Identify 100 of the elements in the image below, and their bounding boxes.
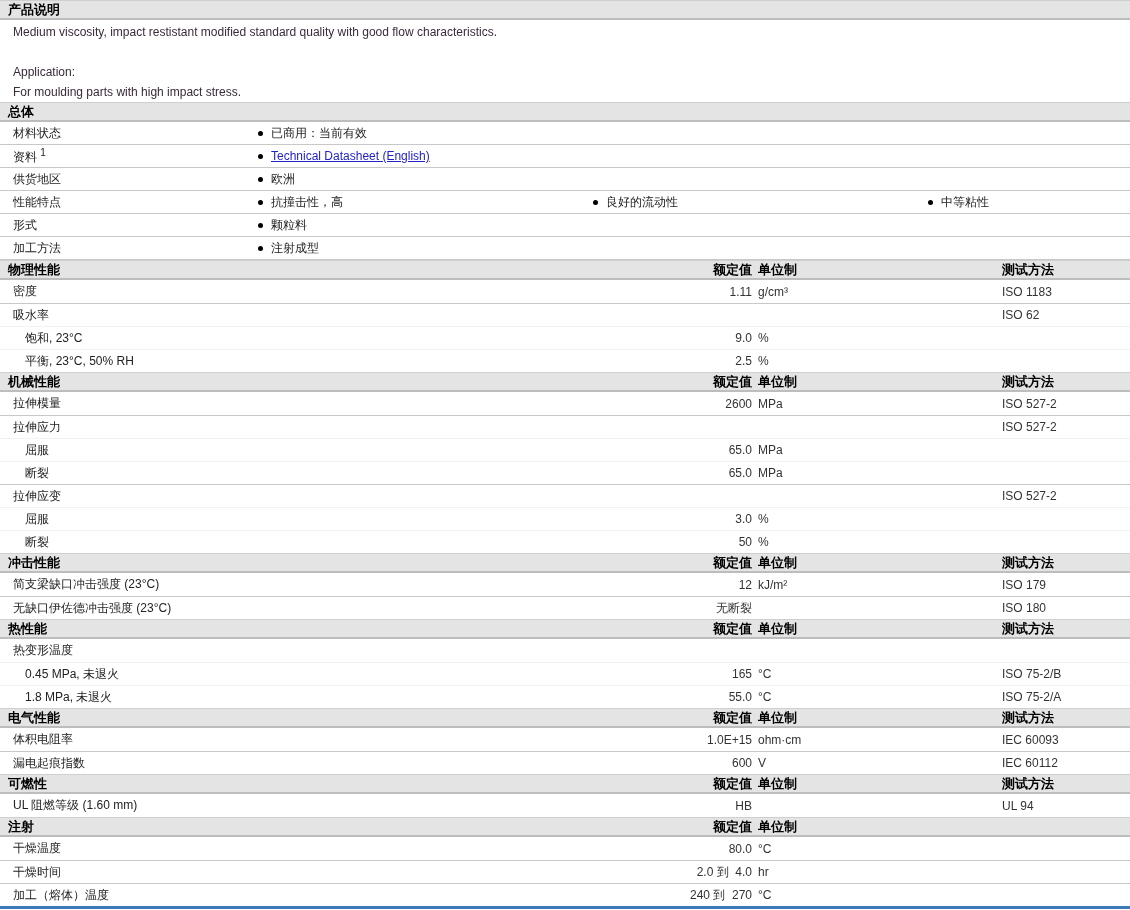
bullet-icon: [258, 222, 263, 228]
property-label: 热变形温度: [13, 643, 73, 657]
bullet-icon: [593, 199, 598, 205]
property-value: 欧洲: [271, 170, 295, 188]
section-heading: 注射: [8, 819, 34, 834]
section-heading: 冲击性能: [8, 555, 60, 570]
property-label: 加工方法: [13, 240, 61, 255]
property-unit: °C: [758, 888, 772, 902]
column-heading: 单位制: [758, 776, 797, 791]
property-value: 无断裂: [716, 600, 752, 615]
property-value: 已商用：当前有效: [271, 124, 367, 142]
property-label: 形式: [13, 217, 37, 232]
column-heading: 测试方法: [1002, 262, 1054, 277]
column-heading: 额定值: [713, 374, 752, 389]
property-unit: %: [758, 354, 769, 368]
property-value: 2600: [725, 396, 752, 411]
property-label: UL 阻燃等级 (1.60 mm): [13, 798, 138, 812]
test-method: IEC 60112: [1002, 756, 1058, 770]
section-heading: 可燃性: [8, 776, 47, 791]
bullet-icon: [928, 199, 933, 205]
property-label: 资料 $^{1}$: [13, 149, 46, 164]
test-method: ISO 527-2: [1002, 489, 1057, 503]
property-value: 165: [731, 667, 752, 681]
section-heading: 机械性能: [8, 374, 60, 389]
test-method: ISO 75-2/A: [1002, 690, 1062, 704]
property-value: 65.0: [728, 466, 752, 480]
property-unit: ohm·cm: [758, 732, 802, 747]
property-value: 2.5: [735, 354, 752, 368]
property-unit: MPa: [758, 466, 783, 480]
property-label: 饱和, 23°C: [25, 330, 83, 345]
property-unit: kJ/m²: [758, 577, 788, 592]
property-label: 拉伸应力: [13, 419, 61, 434]
property-value: 抗撞击性，高: [271, 193, 343, 211]
property-label: 无缺口伊佐德冲击强度 (23°C): [13, 600, 172, 615]
property-value: 2.0 到 4.0: [696, 864, 752, 879]
property-label: 供货地区: [13, 171, 61, 186]
property-label: 1.8 MPa, 未退火: [25, 689, 113, 704]
column-heading: 额定值: [713, 710, 752, 725]
test-method: ISO 180: [1002, 601, 1047, 615]
section-heading: 产品说明: [8, 2, 60, 17]
test-method: ISO 179: [1002, 577, 1047, 592]
column-heading: 额定值: [713, 819, 752, 834]
property-label: 屈服: [25, 511, 49, 526]
property-unit: °C: [758, 667, 772, 681]
column-heading: 测试方法: [1002, 710, 1054, 725]
test-method: ISO 527-2: [1002, 420, 1057, 434]
property-label: 加工（熔体）温度: [13, 887, 109, 902]
property-label: 干燥温度: [13, 841, 61, 855]
column-heading: 额定值: [713, 776, 752, 791]
column-heading: 测试方法: [1002, 555, 1054, 570]
property-value: 65.0: [728, 443, 752, 457]
column-heading: 单位制: [758, 710, 797, 725]
column-heading: 单位制: [758, 374, 797, 389]
bullet-icon: [258, 245, 263, 251]
property-value: 50: [738, 535, 752, 549]
test-method: UL 94: [1002, 798, 1034, 813]
description-text: Medium viscosity, impact restistant modified standard quality with good flow characteristics.: [13, 25, 497, 39]
property-value: 600: [731, 756, 752, 770]
bullet-icon: [258, 176, 263, 182]
column-heading: 测试方法: [1002, 621, 1054, 636]
section-heading: 物理性能: [8, 262, 60, 277]
column-heading: 额定值: [713, 621, 752, 636]
test-method: IEC 60093: [1002, 732, 1059, 747]
property-label: 断裂: [25, 465, 49, 480]
datasheet-link[interactable]: Technical Datasheet (English): [271, 149, 430, 163]
property-label: 体积电阻率: [13, 732, 73, 746]
property-value: 1.0E+15: [706, 732, 752, 747]
description-text: For moulding parts with high impact stress.: [13, 85, 242, 99]
section-heading: 电气性能: [8, 710, 60, 725]
property-label: 漏电起痕指数: [13, 755, 85, 770]
property-label: 平衡, 23°C, 50% RH: [25, 353, 134, 368]
property-label: 拉伸模量: [13, 396, 61, 410]
property-value: 240 到 270: [689, 887, 752, 902]
property-unit: %: [758, 512, 769, 526]
property-value: 注射成型: [271, 239, 319, 257]
property-label: 吸水率: [13, 307, 49, 322]
property-label: 材料状态: [13, 125, 61, 140]
property-label: 干燥时间: [13, 864, 61, 879]
property-label: 0.45 MPa, 未退火: [25, 666, 120, 681]
column-heading: 单位制: [758, 621, 797, 636]
property-value: 55.0: [728, 690, 752, 704]
property-label: 屈服: [25, 442, 49, 457]
property-unit: hr: [758, 865, 769, 879]
bullet-icon: [258, 130, 263, 136]
column-heading: 额定值: [713, 555, 752, 570]
property-value: 颗粒料: [271, 216, 307, 234]
bullet-icon: [258, 199, 263, 205]
property-label: 密度: [13, 284, 37, 298]
column-heading: 单位制: [758, 262, 797, 277]
property-unit: MPa: [758, 396, 783, 411]
property-unit: %: [758, 331, 769, 345]
property-unit: °C: [758, 690, 772, 704]
test-method: ISO 527-2: [1002, 396, 1057, 411]
property-label: 拉伸应变: [13, 488, 61, 503]
property-value: 3.0: [735, 512, 752, 526]
column-heading: 单位制: [758, 555, 797, 570]
property-unit: °C: [758, 841, 772, 856]
property-value: 9.0: [735, 331, 752, 345]
test-method: ISO 75-2/B: [1002, 667, 1062, 681]
property-value: 中等粘性: [941, 193, 989, 211]
